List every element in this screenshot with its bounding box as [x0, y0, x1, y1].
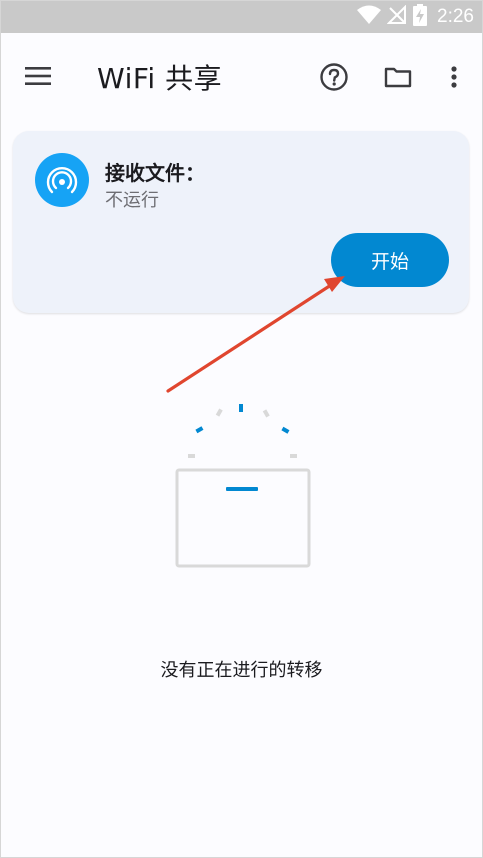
receive-files-card: 接收文件： 不运行 开始: [13, 131, 469, 313]
status-bar: 2:26: [1, 1, 482, 33]
status-icons: 2:26: [357, 1, 474, 33]
start-button[interactable]: 开始: [331, 233, 449, 287]
more-vert-icon[interactable]: [442, 62, 466, 92]
folder-icon[interactable]: [383, 62, 413, 92]
empty-box-icon: [173, 401, 313, 571]
page-title: WiFi 共享: [97, 62, 223, 95]
no-signal-icon: [386, 4, 407, 29]
status-time: 2:26: [437, 6, 474, 27]
app-bar: WiFi 共享: [1, 33, 482, 119]
help-icon[interactable]: [319, 62, 349, 92]
receive-files-title: 接收文件：: [105, 161, 205, 185]
menu-icon[interactable]: [23, 61, 53, 91]
receive-status: 不运行: [105, 190, 159, 211]
wifi-tethering-icon: [35, 153, 89, 207]
app-window: 2:26 WiFi 共享 接收文件： 不运行 开始 没有正在进行的转移: [0, 0, 483, 858]
battery-charging-icon: [413, 4, 428, 30]
empty-state-message: 没有正在进行的转移: [160, 660, 323, 681]
wifi-icon: [357, 5, 382, 29]
